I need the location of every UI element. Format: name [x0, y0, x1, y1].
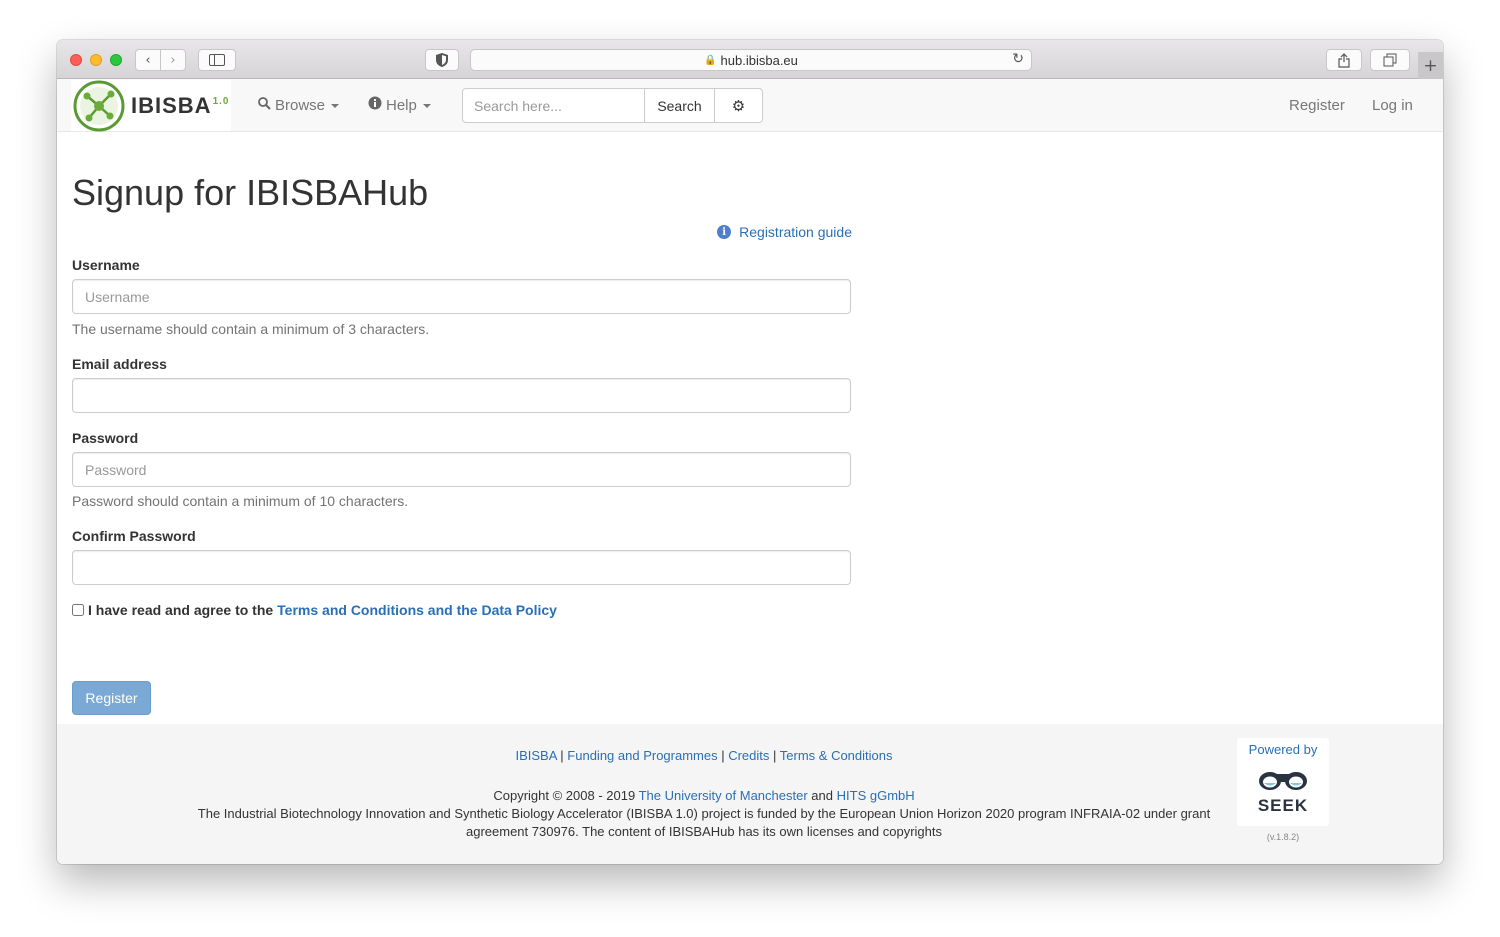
privacy-report-button[interactable] — [425, 49, 459, 71]
lock-icon: 🔒 — [704, 54, 717, 66]
search-settings-button[interactable]: ⚙ — [715, 88, 763, 123]
footer-link-terms[interactable]: Terms & Conditions — [780, 748, 893, 763]
registration-guide-label: Registration guide — [739, 224, 852, 240]
gear-icon: ⚙ — [731, 96, 746, 115]
footer-copyright: Copyright © 2008 - 2019 The University o… — [179, 787, 1229, 841]
chevron-left-icon: ‹ — [145, 52, 151, 68]
brand-logo-link[interactable]: IBISBA1.0 — [71, 80, 231, 131]
site-navbar: IBISBA1.0 Browse Help Search ⚙ Register … — [57, 79, 1443, 132]
caret-down-icon — [422, 104, 431, 108]
search-button[interactable]: Search — [645, 88, 715, 123]
register-button[interactable]: Register — [72, 681, 151, 715]
search-input[interactable] — [462, 88, 645, 123]
chevron-right-icon: › — [170, 52, 176, 68]
ibisba-logo-icon — [73, 80, 125, 131]
share-icon — [1338, 52, 1350, 68]
new-tab-button[interactable]: + — [1418, 52, 1443, 79]
browser-toolbar: ‹ › 🔒 hub.ibisba.eu ↻ + — [57, 40, 1443, 79]
password-help: Password should contain a minimum of 10 … — [72, 493, 409, 509]
caret-down-icon — [331, 104, 340, 108]
registration-guide-link[interactable]: i Registration guide — [717, 224, 852, 240]
brand-name: IBISBA1.0 — [131, 92, 230, 118]
password-label: Password — [72, 430, 139, 446]
plus-icon: + — [1423, 55, 1438, 76]
terms-link[interactable]: Terms and Conditions and the Data Policy — [277, 602, 557, 618]
confirm-password-label: Confirm Password — [72, 528, 196, 544]
info-icon: i — [717, 225, 732, 239]
footer-link-ibisba[interactable]: IBISBA — [515, 748, 556, 763]
nav-register-link[interactable]: Register — [1289, 79, 1345, 131]
navbar-search: Search ⚙ — [462, 88, 763, 123]
zoom-window-button[interactable] — [110, 54, 122, 66]
help-menu[interactable]: Help — [368, 79, 431, 131]
footer-link-funding[interactable]: Funding and Programmes — [567, 748, 717, 763]
binoculars-icon — [1259, 772, 1307, 790]
browser-window: ‹ › 🔒 hub.ibisba.eu ↻ + IBISBA1.0 Browse… — [57, 40, 1443, 864]
minimize-window-button[interactable] — [90, 54, 102, 66]
username-field[interactable] — [72, 279, 851, 314]
nav-login-link[interactable]: Log in — [1372, 79, 1413, 131]
terms-agree-text: I have read and agree to the — [88, 602, 274, 618]
search-icon — [258, 96, 271, 114]
address-bar[interactable]: 🔒 hub.ibisba.eu ↻ — [470, 49, 1032, 71]
forward-button[interactable]: › — [160, 49, 186, 71]
confirm-password-field[interactable] — [72, 550, 851, 585]
manchester-link[interactable]: The University of Manchester — [639, 788, 808, 803]
footer-links: IBISBA | Funding and Programmes | Credit… — [515, 748, 893, 763]
powered-by-label: Powered by — [1248, 742, 1318, 757]
sidebar-toggle-button[interactable] — [198, 49, 236, 71]
hits-link[interactable]: HITS gGmbH — [837, 788, 915, 803]
terms-checkbox[interactable] — [72, 604, 84, 616]
seek-version: (v.1.8.2) — [1266, 832, 1300, 842]
info-circle-icon — [368, 96, 382, 114]
help-label: Help — [386, 96, 417, 114]
sidebar-icon — [209, 54, 225, 66]
email-label: Email address — [72, 356, 167, 372]
browse-menu[interactable]: Browse — [258, 79, 340, 131]
email-field[interactable] — [72, 378, 851, 413]
username-help: The username should contain a minimum of… — [72, 321, 430, 337]
copyright-and: and — [811, 788, 833, 803]
funding-text: The Industrial Biotechnology Innovation … — [197, 806, 1211, 839]
footer: IBISBA | Funding and Programmes | Credit… — [57, 724, 1443, 864]
url-text: hub.ibisba.eu — [720, 52, 798, 68]
close-window-button[interactable] — [70, 54, 82, 66]
terms-agreement: I have read and agree to the Terms and C… — [72, 602, 557, 618]
browse-label: Browse — [275, 96, 326, 114]
powered-by-seek-link[interactable]: Powered by SEEK — [1237, 738, 1329, 826]
shield-icon — [436, 53, 448, 67]
username-label: Username — [72, 257, 140, 273]
reload-icon[interactable]: ↻ — [1012, 51, 1024, 67]
share-button[interactable] — [1326, 49, 1362, 71]
back-button[interactable]: ‹ — [135, 49, 161, 71]
copyright-prefix: Copyright © 2008 - 2019 — [493, 788, 636, 803]
seek-label: SEEK — [1257, 796, 1309, 815]
tabs-icon — [1383, 53, 1397, 67]
show-tabs-button[interactable] — [1370, 49, 1410, 71]
password-field[interactable] — [72, 452, 851, 487]
page-title: Signup for IBISBAHub — [72, 172, 429, 213]
footer-link-credits[interactable]: Credits — [728, 748, 769, 763]
